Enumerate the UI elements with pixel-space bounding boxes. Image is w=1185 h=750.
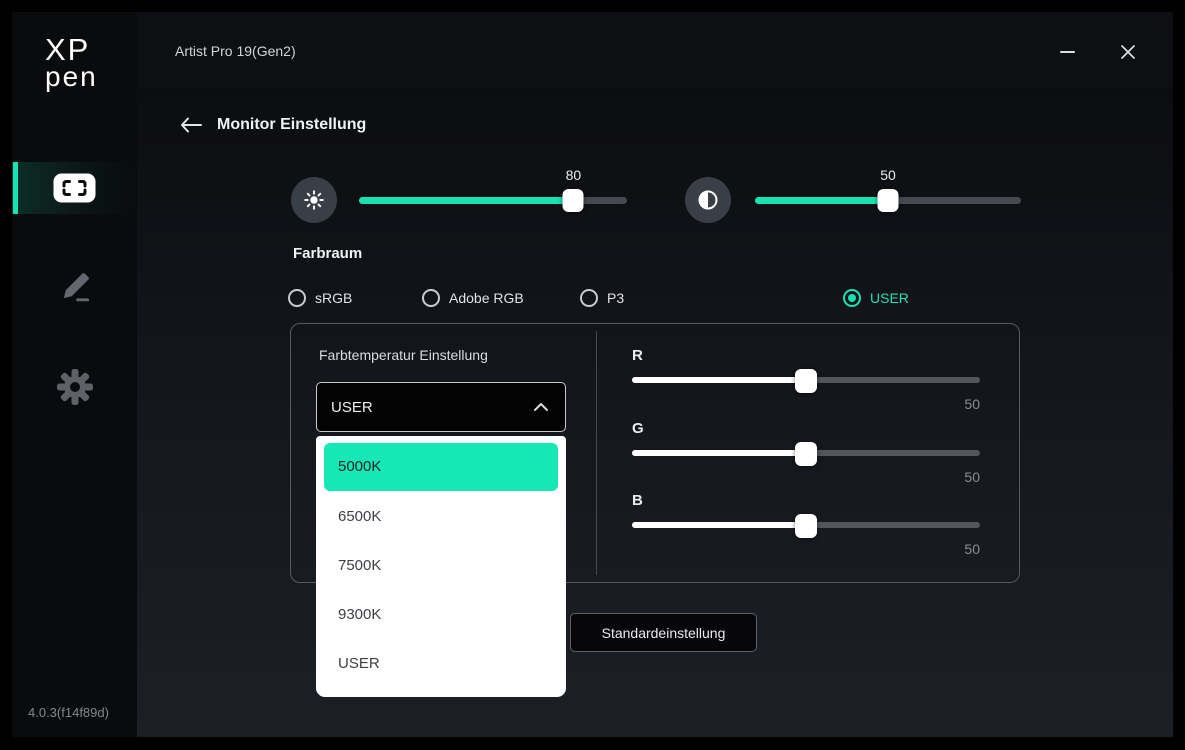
window-frame: Artist Pro 19(Gen2) XP pen bbox=[0, 0, 1185, 750]
radio-adobe-rgb-label: Adobe RGB bbox=[449, 290, 524, 306]
color-temp-label: Farbtemperatur Einstellung bbox=[319, 347, 488, 363]
blue-slider-group: B 50 bbox=[632, 488, 980, 558]
red-label: R bbox=[632, 347, 643, 364]
sidebar: XP pen bbox=[12, 12, 137, 737]
brightness-fill bbox=[359, 197, 573, 204]
main-content: Monitor Einstellung 80 bbox=[137, 90, 1173, 737]
sidebar-item-work-area[interactable] bbox=[12, 162, 137, 214]
app-window: Artist Pro 19(Gen2) XP pen bbox=[12, 12, 1173, 737]
red-thumb[interactable] bbox=[795, 369, 817, 393]
radio-p3[interactable]: P3 bbox=[580, 289, 624, 307]
blue-fill bbox=[632, 522, 806, 528]
green-value: 50 bbox=[964, 469, 980, 485]
xppen-logo: XP pen bbox=[45, 34, 98, 91]
red-slider-group: R 50 bbox=[632, 343, 980, 413]
blue-label: B bbox=[632, 492, 643, 509]
blue-thumb[interactable] bbox=[795, 514, 817, 538]
version-label: 4.0.3(f14f89d) bbox=[28, 705, 109, 720]
contrast-thumb[interactable] bbox=[878, 189, 899, 212]
back-button[interactable] bbox=[180, 117, 202, 133]
back-arrow-icon bbox=[180, 117, 202, 133]
page-header: Monitor Einstellung bbox=[180, 108, 366, 142]
radio-user-label: USER bbox=[870, 290, 909, 306]
radio-p3-circle[interactable] bbox=[580, 289, 598, 307]
logo-line2: pen bbox=[45, 63, 98, 91]
farbraum-heading: Farbraum bbox=[293, 245, 362, 262]
color-temp-select[interactable]: USER bbox=[316, 382, 566, 432]
blue-value: 50 bbox=[964, 541, 980, 557]
red-fill bbox=[632, 377, 806, 383]
red-value: 50 bbox=[964, 396, 980, 412]
close-button[interactable] bbox=[1116, 40, 1140, 64]
sidebar-item-app-settings[interactable] bbox=[12, 361, 137, 413]
dropdown-option-6500k[interactable]: 6500K bbox=[316, 492, 566, 541]
radio-adobe-rgb[interactable]: Adobe RGB bbox=[422, 289, 524, 307]
green-thumb[interactable] bbox=[795, 442, 817, 466]
dropdown-option-9300k[interactable]: 9300K bbox=[316, 590, 566, 639]
close-icon bbox=[1120, 44, 1136, 60]
brightness-value: 80 bbox=[566, 167, 582, 183]
contrast-fill bbox=[755, 197, 888, 204]
green-label: G bbox=[632, 420, 644, 437]
work-area-icon bbox=[53, 173, 96, 203]
radio-srgb-circle[interactable] bbox=[288, 289, 306, 307]
contrast-value: 50 bbox=[880, 167, 896, 183]
sidebar-item-pen-settings[interactable] bbox=[12, 261, 137, 313]
panel-divider bbox=[596, 331, 597, 575]
minimize-icon bbox=[1060, 50, 1075, 54]
app-title: Artist Pro 19(Gen2) bbox=[175, 12, 296, 90]
radio-p3-label: P3 bbox=[607, 290, 624, 306]
green-fill bbox=[632, 450, 806, 456]
radio-srgb[interactable]: sRGB bbox=[288, 289, 352, 307]
brightness-thumb[interactable] bbox=[563, 189, 584, 212]
color-temp-dropdown: 5000K 6500K 7500K 9300K USER bbox=[316, 436, 566, 697]
chevron-up-icon bbox=[533, 402, 549, 412]
radio-srgb-label: sRGB bbox=[315, 290, 352, 306]
brightness-icon-button bbox=[291, 177, 337, 223]
green-slider-group: G 50 bbox=[632, 416, 980, 486]
default-settings-button[interactable]: Standardeinstellung bbox=[570, 613, 757, 652]
minimize-button[interactable] bbox=[1055, 40, 1079, 64]
contrast-icon bbox=[696, 188, 720, 212]
pen-icon bbox=[57, 269, 93, 305]
gear-icon bbox=[55, 367, 95, 407]
radio-adobe-rgb-circle[interactable] bbox=[422, 289, 440, 307]
titlebar: Artist Pro 19(Gen2) bbox=[137, 12, 1173, 90]
contrast-slider[interactable]: 50 bbox=[755, 177, 1021, 223]
dropdown-option-7500k[interactable]: 7500K bbox=[316, 541, 566, 590]
dropdown-option-5000k[interactable]: 5000K bbox=[324, 443, 558, 491]
page-title: Monitor Einstellung bbox=[217, 116, 366, 134]
dropdown-option-user[interactable]: USER bbox=[316, 639, 566, 688]
contrast-icon-button bbox=[685, 177, 731, 223]
radio-user-circle[interactable] bbox=[843, 289, 861, 307]
brightness-sun-icon bbox=[303, 189, 325, 211]
radio-user[interactable]: USER bbox=[843, 289, 909, 307]
color-temp-selected-value: USER bbox=[331, 399, 373, 416]
brightness-slider[interactable]: 80 bbox=[359, 177, 627, 223]
